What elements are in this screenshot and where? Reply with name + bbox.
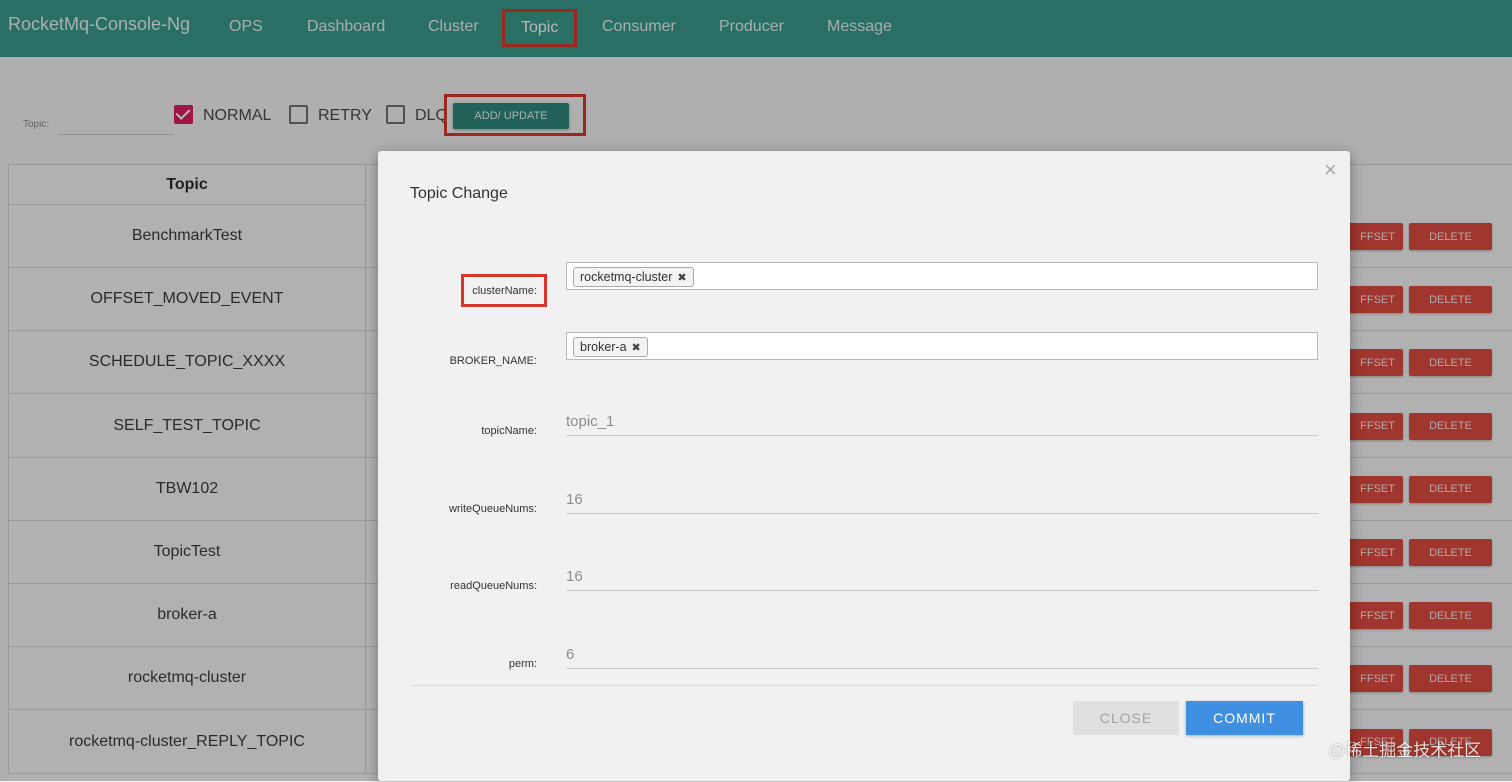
read-queue-input[interactable]: [566, 562, 1318, 591]
remove-tag-icon[interactable]: ✖: [632, 342, 641, 354]
write-queue-label: writeQueueNums:: [448, 503, 537, 515]
close-button[interactable]: CLOSE: [1073, 701, 1179, 735]
cluster-name-label: clusterName:: [472, 285, 537, 297]
broker-name-select[interactable]: broker-a ✖: [566, 332, 1318, 360]
perm-label: perm:: [508, 658, 537, 670]
broker-name-label: BROKER_NAME:: [449, 355, 537, 367]
dialog-divider: [411, 685, 1318, 686]
close-icon[interactable]: ×: [1324, 157, 1337, 183]
watermark: @稀土掘金技术社区: [1328, 741, 1482, 760]
cluster-name-select[interactable]: rocketmq-cluster ✖: [566, 262, 1318, 290]
topic-change-dialog: × Topic Change clusterName: rocketmq-clu…: [378, 151, 1350, 781]
broker-tag-label: broker-a: [580, 340, 627, 354]
broker-tag: broker-a ✖: [573, 337, 648, 357]
perm-input[interactable]: [566, 640, 1318, 669]
write-queue-input[interactable]: [566, 485, 1318, 514]
commit-button[interactable]: COMMIT: [1186, 701, 1303, 735]
topic-name-input[interactable]: [566, 407, 1318, 436]
cluster-tag: rocketmq-cluster ✖: [573, 267, 694, 287]
dialog-title: Topic Change: [410, 185, 508, 202]
cluster-tag-label: rocketmq-cluster: [580, 270, 673, 284]
remove-tag-icon[interactable]: ✖: [677, 272, 686, 284]
topic-name-label: topicName:: [481, 425, 537, 437]
read-queue-label: readQueueNums:: [450, 580, 537, 592]
